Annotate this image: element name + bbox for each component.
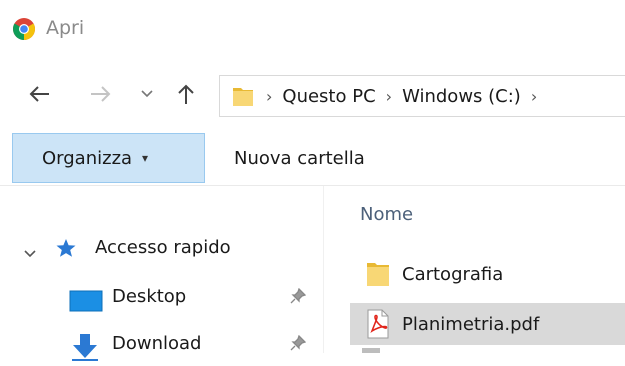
organize-button[interactable]: Organizza ▾ xyxy=(12,133,205,183)
recent-locations-button[interactable] xyxy=(136,70,158,118)
arrow-left-icon xyxy=(28,85,50,103)
navigation-bar: › Questo PC › Windows (C:) › xyxy=(0,70,625,118)
caret-down-icon: ▾ xyxy=(142,151,149,165)
sidebar-item-quick-access[interactable]: Accesso rapido xyxy=(0,229,323,265)
breadcrumb-separator: › xyxy=(385,86,393,106)
organize-label: Organizza xyxy=(42,147,133,169)
arrow-up-icon xyxy=(177,83,195,105)
sidebar-item-label: Download xyxy=(112,332,202,354)
sidebar-item-label: Accesso rapido xyxy=(95,236,231,258)
breadcrumb-separator: › xyxy=(530,86,538,106)
navigation-pane: Accesso rapido Desktop Download xyxy=(0,186,323,361)
back-button[interactable] xyxy=(22,70,56,118)
pin-icon xyxy=(290,287,307,309)
pdf-icon xyxy=(365,309,391,344)
chevron-down-icon xyxy=(141,90,153,98)
file-row-planimetria[interactable]: Planimetria.pdf xyxy=(350,303,625,345)
folder-icon xyxy=(365,260,391,293)
breadcrumb-this-pc[interactable]: Questo PC xyxy=(282,86,375,107)
breadcrumb-separator: › xyxy=(266,86,273,106)
pane-divider[interactable] xyxy=(323,186,324,353)
address-bar[interactable]: › Questo PC › Windows (C:) › xyxy=(219,75,625,117)
desktop-icon xyxy=(69,290,103,317)
command-bar: Organizza ▾ Nuova cartella xyxy=(0,133,625,186)
up-button[interactable] xyxy=(171,70,201,118)
column-header-name[interactable]: Nome xyxy=(360,204,413,225)
folder-icon xyxy=(230,83,256,109)
breadcrumb-windows-c[interactable]: Windows (C:) xyxy=(402,86,521,107)
expand-chevron-icon xyxy=(24,242,36,263)
download-icon xyxy=(70,333,100,366)
file-row-cartografia[interactable]: Cartografia xyxy=(350,253,625,295)
file-name: Cartografia xyxy=(402,263,504,285)
file-name: Planimetria.pdf xyxy=(402,313,540,335)
title-bar: Apri xyxy=(0,0,625,58)
new-folder-button[interactable]: Nuova cartella xyxy=(234,133,365,183)
partial-file-icon xyxy=(362,348,380,353)
window-title: Apri xyxy=(46,17,85,39)
forward-button[interactable] xyxy=(84,70,118,118)
sidebar-item-label: Desktop xyxy=(112,285,187,307)
arrow-right-icon xyxy=(90,85,112,103)
file-list: Nome Cartografia Planimetria.pdf xyxy=(340,186,625,353)
sidebar-item-desktop[interactable]: Desktop xyxy=(0,278,323,314)
sidebar-item-download[interactable]: Download xyxy=(0,325,323,361)
star-icon xyxy=(55,238,77,263)
chrome-icon xyxy=(12,17,36,41)
